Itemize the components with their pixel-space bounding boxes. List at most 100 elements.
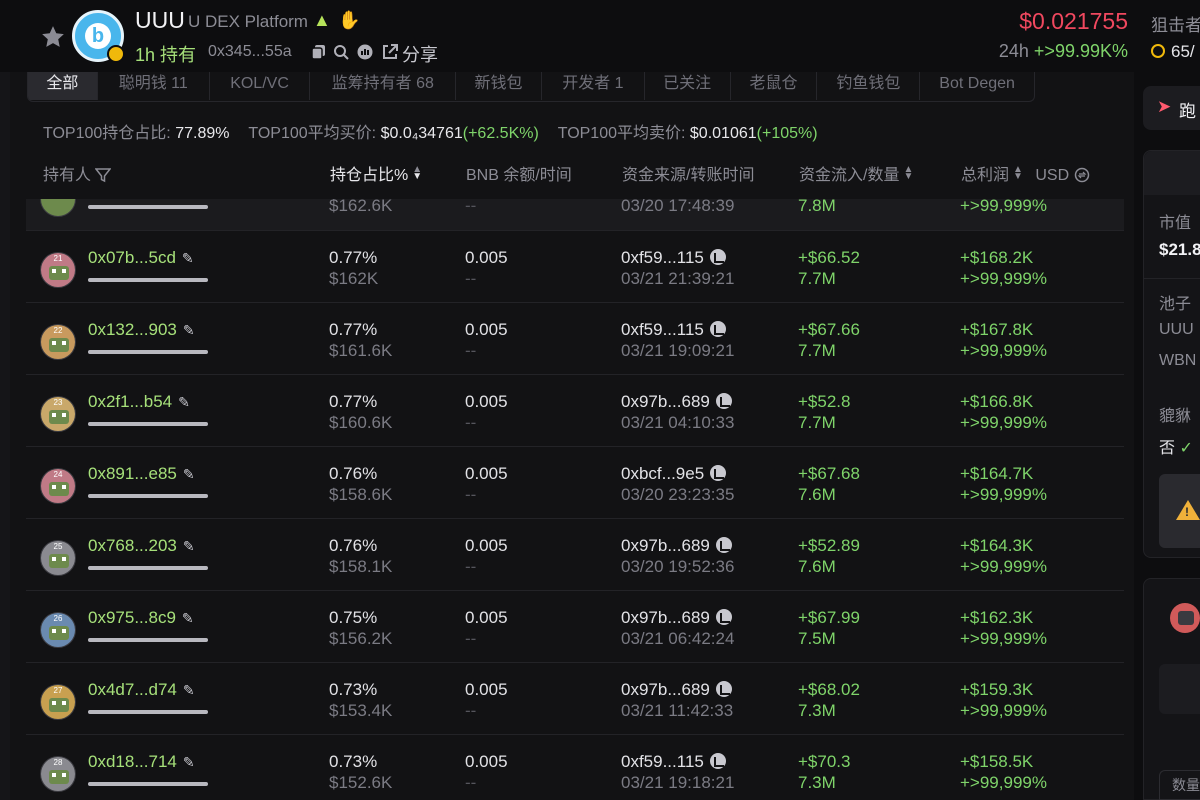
star-icon[interactable] [40,24,66,50]
token-quantity: 7.3M [798,773,836,792]
edit-icon[interactable]: ✎ [183,754,195,771]
market-cap-value: $21.8 [1159,240,1200,259]
edit-icon[interactable]: ✎ [183,682,195,699]
coin-icon [709,249,726,265]
holding-bar [88,782,208,786]
contract-address[interactable]: 0x345...55a [208,43,292,61]
coin-icon [709,321,726,337]
holding-share: 0.73% [329,680,378,699]
avg-sell-value: $0.01061 [689,125,757,142]
holding-bar [88,566,208,570]
sort-icon[interactable]: ▲ ▼ [1013,165,1023,182]
table-row[interactable]: 28 0xd18...714 ✎ 0.73% $152.6K 0.005 -- 0xf… [26,735,1124,800]
table-row[interactable]: 25 0x768...203 ✎ 0.76% $158.1K 0.005 -- 0x9… [26,519,1124,591]
holding-share: 0.77% [329,392,378,411]
profit-column-label: 总利润 [961,167,1010,184]
warning-box[interactable]: ! [1159,474,1200,548]
tab-bot-degen[interactable]: Bot Degen [920,72,1034,100]
edit-icon[interactable]: ✎ [178,394,190,411]
inflow-column-header[interactable]: 资金流入/数量 ▲ ▼ [799,161,913,185]
table-row[interactable]: 27 0x4d7...d74 ✎ 0.73% $153.4K 0.005 -- 0x9… [26,663,1124,735]
fund-source[interactable]: 0x97b...689 [621,536,732,556]
tab-all[interactable]: 全部 [28,72,98,100]
profit-percent: +>99,999% [960,557,1047,576]
edit-icon[interactable]: ✎ [182,610,194,627]
currency-switch-icon[interactable] [1074,167,1090,183]
table-row[interactable]: 23 0x2f1...b54 ✎ 0.77% $160.6K 0.005 -- 0x9… [26,375,1124,447]
holding-bar [88,494,208,498]
chain-badge-icon [107,45,125,63]
bnb-balance: 0.005 [465,248,508,267]
table-row[interactable]: 26 0x975...8c9 ✎ 0.75% $156.2K 0.005 -- 0x9… [26,591,1124,663]
table-row[interactable]: 21 0x07b...5cd ✎ 0.77% $162K 0.005 -- 0xf59… [26,231,1124,303]
edit-icon[interactable]: ✎ [183,322,195,339]
edit-icon[interactable]: ✎ [183,466,195,483]
total-profit: +$168.2K [960,248,1034,267]
source-column-header[interactable]: 资金来源/转账时间 [622,161,754,185]
fund-inflow: +$68.02 [798,680,860,699]
tab-whale-holders[interactable]: 监筹持有者 68 [310,72,457,100]
run-button[interactable]: ➤ 跑 [1143,86,1200,130]
holder-address[interactable]: 0x975...8c9 ✎ [88,608,194,628]
coin-icon[interactable] [357,44,373,60]
token-symbol: UUU [135,7,185,33]
table-row[interactable]: 22 0x132...903 ✎ 0.77% $161.6K 0.005 -- 0xf… [26,303,1124,375]
holding-share: 0.77% [329,320,378,339]
fund-inflow: +$70.3 [798,752,851,771]
table-row[interactable]: $162.6K -- 03/20 17:48:39 7.8M +>99,999% [26,199,1124,231]
holder-address[interactable]: 0x132...903 ✎ [88,320,195,340]
token-quantity: 7.7M [798,413,836,432]
tab-developer[interactable]: 开发者 1 [542,72,645,100]
share-icon[interactable] [382,44,398,60]
tab-rat-trader[interactable]: 老鼠仓 [731,72,818,100]
profit-percent: +>99,999% [960,269,1047,288]
holding-value: $158.1K [329,557,393,576]
fund-source[interactable]: 0x97b...689 [621,608,732,628]
quantity-field[interactable]: 数量 [1159,770,1200,800]
holding-bar [88,710,208,714]
holding-bar [88,350,208,354]
tab-phishing-wallet[interactable]: 钓鱼钱包 [817,72,921,100]
filter-icon[interactable] [94,167,113,183]
bnb-time: -- [465,341,477,360]
token-quantity: 7.6M [798,485,836,504]
run-label: 跑 [1179,102,1196,121]
table-row[interactable]: 24 0x891...e85 ✎ 0.76% $158.6K 0.005 -- 0xb… [26,447,1124,519]
edit-icon[interactable]: ✎ [182,250,194,267]
holders-table-header: 持有人 持仓占比% ▲ ▼ BNB 余额/时间 资金来源/转账时间 资金流入/数量 ▲… [26,152,1124,192]
tab-followed[interactable]: 已关注 [645,72,731,100]
sort-icon[interactable]: ▲ ▼ [412,165,422,182]
fund-source[interactable]: 0xf59...115 [621,752,726,772]
share-column-header[interactable]: 持仓占比% ▲ ▼ [330,161,422,185]
holder-address[interactable]: 0x891...e85 ✎ [88,464,195,484]
currency-toggle[interactable]: USD [1035,167,1069,184]
holder-column-header[interactable]: 持有人 [43,161,113,185]
sort-icon[interactable]: ▲ ▼ [903,165,913,182]
holder-address[interactable]: 0x768...203 ✎ [88,536,195,556]
price-change-24h: 24h +>99.99K% [999,41,1128,62]
search-icon[interactable] [333,44,349,60]
fund-source[interactable]: 0xf59...115 [621,248,726,268]
edit-icon[interactable]: ✎ [183,538,195,555]
fund-inflow: +$67.68 [798,464,860,483]
fund-source[interactable]: 0xbcf...9e5 [621,464,727,484]
bnb-column-header[interactable]: BNB 余额/时间 [466,161,572,185]
trade-input[interactable] [1159,664,1200,714]
tab-kol-vc[interactable]: KOL/VC [210,72,311,100]
token-logo: b [72,10,125,63]
holding-bar [88,205,208,209]
holder-address[interactable]: 0x07b...5cd ✎ [88,248,194,268]
copy-icon[interactable] [311,44,327,60]
holder-address[interactable]: 0x2f1...b54 ✎ [88,392,190,412]
token-quantity: 7.6M [798,557,836,576]
fund-source[interactable]: 0x97b...689 [621,392,732,412]
quantity-label: 数量 [1172,777,1200,793]
tab-new-wallets[interactable]: 新钱包 [456,72,542,100]
holder-address[interactable]: 0x4d7...d74 ✎ [88,680,195,700]
holder-address[interactable]: 0xd18...714 ✎ [88,752,195,772]
share-button[interactable]: 分享 [402,41,438,67]
fund-source[interactable]: 0xf59...115 [621,320,726,340]
profit-column-header[interactable]: 总利润 ▲ ▼ USD [961,161,1090,185]
fund-source[interactable]: 0x97b...689 [621,680,732,700]
tab-smart-money[interactable]: 聪明钱 11 [98,72,210,100]
